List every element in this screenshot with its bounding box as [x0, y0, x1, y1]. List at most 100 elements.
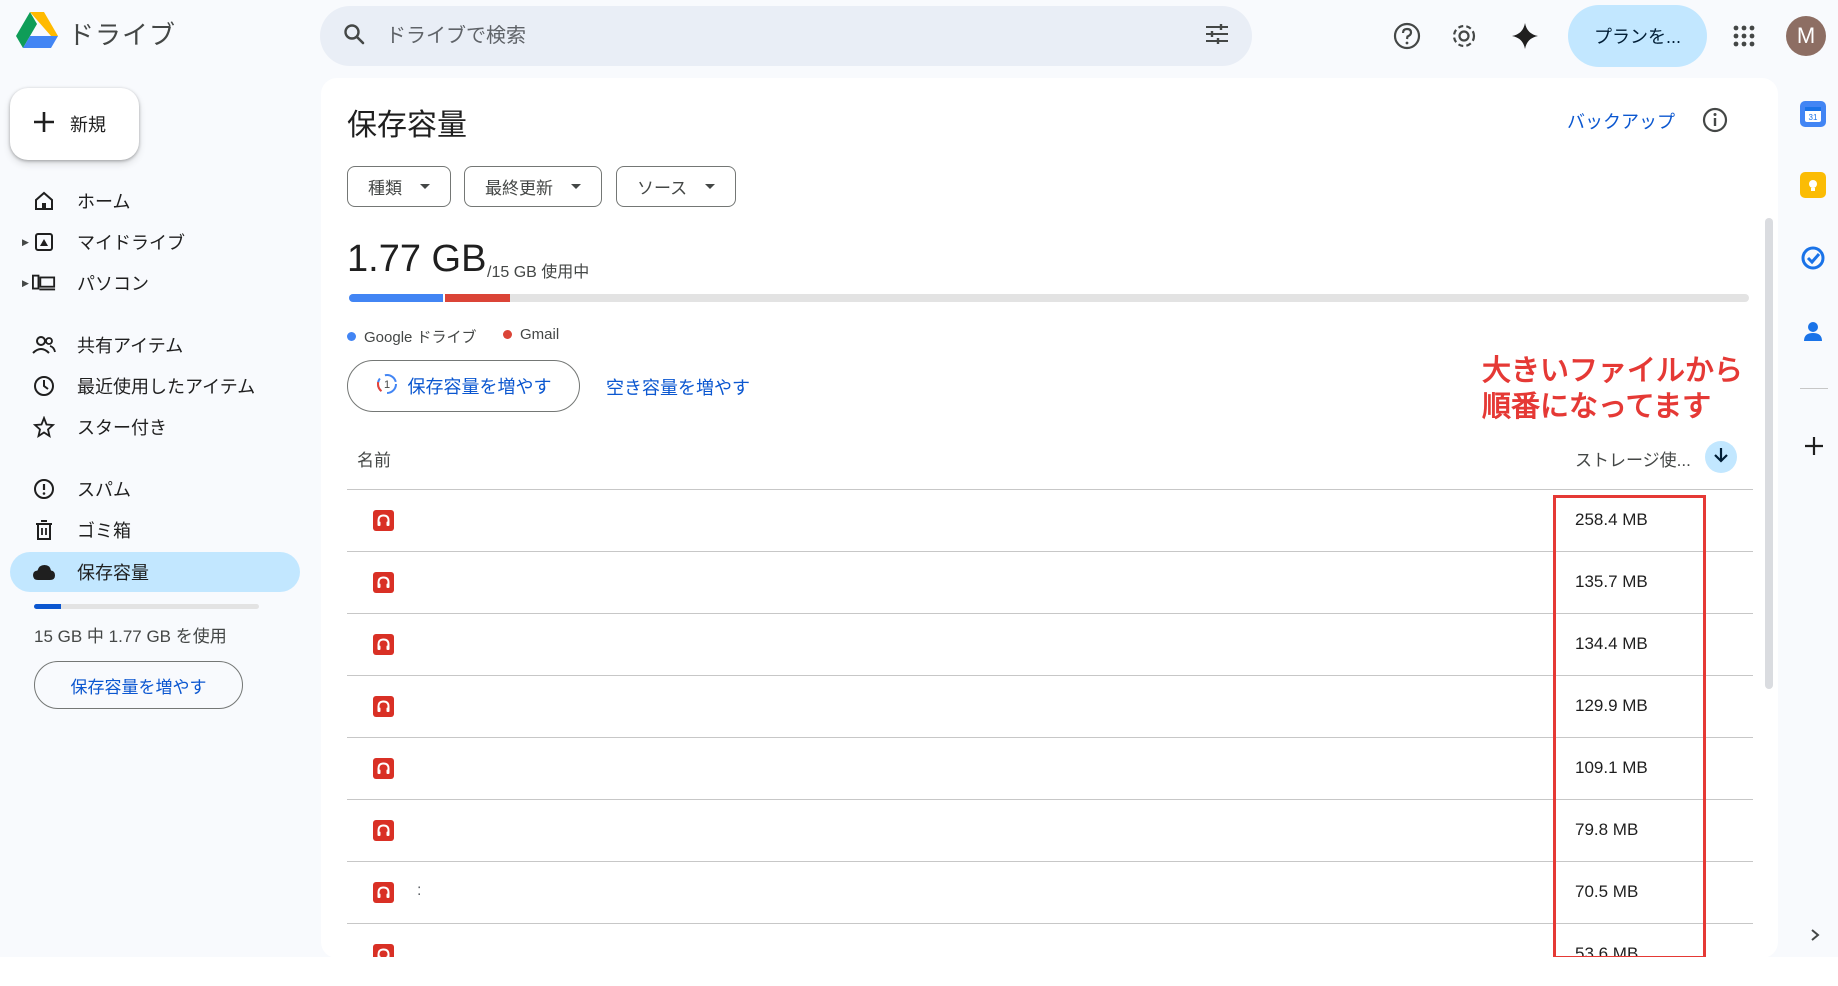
audio-file-icon — [373, 820, 394, 841]
sidebar-item-label: ホーム — [77, 192, 131, 212]
storage-usage-bar — [349, 294, 1749, 302]
svg-text:31: 31 — [1809, 113, 1818, 122]
account-avatar[interactable]: M — [1786, 16, 1826, 56]
add-app-plus-icon[interactable] — [1800, 432, 1828, 460]
chip-label: 最終更新 — [485, 179, 553, 198]
usage-amount: 1.77 GB — [347, 238, 487, 280]
table-row[interactable]: 135.7 MB — [347, 551, 1753, 613]
audio-file-icon — [373, 882, 394, 903]
file-list: 258.4 MB 135.7 MB 134.4 MB 129.9 MB 109.1 MB… — [347, 489, 1753, 957]
upgrade-plan-button[interactable]: プランを... — [1568, 5, 1707, 67]
usage-segment-gmail — [442, 294, 510, 302]
sidebar-item-label: 最近使用したアイテム — [77, 377, 256, 397]
free-up-space-link[interactable]: 空き容量を増やす — [606, 374, 750, 400]
trash-icon — [32, 518, 56, 542]
table-row[interactable]: 53.6 MB — [347, 923, 1753, 957]
sidebar-item-storage[interactable]: 保存容量 — [10, 552, 300, 592]
settings-icon[interactable] — [1444, 16, 1484, 56]
usage-total: /15 GB 使用中 — [487, 264, 590, 281]
expand-caret-icon[interactable]: ▶ — [22, 237, 29, 248]
sidebar-usage-fill — [34, 604, 61, 609]
sidebar-item-recent[interactable]: 最近使用したアイテム — [10, 366, 300, 406]
expand-caret-icon[interactable]: ▶ — [22, 278, 29, 289]
table-row[interactable]: 134.4 MB — [347, 613, 1753, 675]
filter-source-chip[interactable]: ソース — [616, 166, 737, 207]
search-options-icon[interactable] — [1204, 22, 1230, 51]
scrollbar-thumb[interactable] — [1765, 218, 1773, 689]
arrow-down-icon — [1712, 446, 1730, 469]
rail-divider — [1800, 388, 1828, 389]
sidebar-item-label: マイドライブ — [77, 233, 185, 253]
filter-modified-chip[interactable]: 最終更新 — [464, 166, 602, 207]
search-icon[interactable] — [342, 22, 366, 51]
file-name[interactable]: : — [417, 882, 421, 900]
table-row[interactable]: 79.8 MB — [347, 799, 1753, 861]
sidebar-item-shared[interactable]: 共有アイテム — [10, 325, 300, 365]
keep-icon[interactable] — [1800, 172, 1826, 198]
backup-link[interactable]: バックアップ — [1567, 108, 1675, 134]
gemini-sparkle-icon[interactable] — [1505, 16, 1545, 56]
chip-label: 種類 — [368, 179, 402, 198]
google-one-icon: 1 — [376, 373, 398, 400]
sidebar-buy-storage-button[interactable]: 保存容量を増やす — [34, 661, 243, 709]
audio-file-icon — [373, 510, 394, 531]
annotation-line-1: 大きいファイルから — [1482, 355, 1744, 387]
sidebar-item-label: スパム — [77, 480, 131, 500]
audio-file-icon — [373, 634, 394, 655]
search-input[interactable] — [386, 24, 1204, 48]
sidebar-usage-text: 15 GB 中 1.77 GB を使用 — [34, 627, 227, 646]
sidebar-item-label: スター付き — [77, 418, 167, 438]
column-header-name[interactable]: 名前 — [357, 446, 391, 471]
calendar-icon[interactable]: 31 — [1800, 101, 1826, 127]
legend-label: Google ドライブ — [364, 329, 477, 346]
table-row[interactable]: 109.1 MB — [347, 737, 1753, 799]
sidebar-item-label: ゴミ箱 — [77, 521, 131, 541]
drive-logo[interactable]: ドライブ — [16, 12, 176, 55]
buy-storage-button[interactable]: 1 保存容量を増やす — [347, 360, 580, 412]
page-title: 保存容量 — [347, 109, 467, 142]
usage-segment-drive — [349, 294, 443, 302]
sidebar-item-label: 保存容量 — [77, 563, 149, 583]
sidebar-item-my-drive[interactable]: ▶ マイドライブ — [10, 222, 300, 262]
apps-grid-icon[interactable] — [1724, 16, 1764, 56]
info-icon[interactable] — [1701, 106, 1729, 134]
table-row[interactable]: 258.4 MB — [347, 489, 1753, 551]
audio-file-icon — [373, 944, 394, 957]
sidebar-item-computers[interactable]: ▶ パソコン — [10, 263, 300, 303]
drive-logo-icon — [16, 12, 58, 55]
table-row[interactable]: 129.9 MB — [347, 675, 1753, 737]
column-header-storage[interactable]: ストレージ使... — [1575, 446, 1691, 471]
drive-app: ドライブ プランを... M 新規 ホーム — [0, 0, 1838, 957]
buy-storage-label: 保存容量を増やす — [407, 377, 552, 397]
tasks-icon[interactable] — [1800, 245, 1826, 271]
app-name: ドライブ — [68, 20, 177, 50]
new-button[interactable]: 新規 — [10, 88, 139, 160]
cloud-icon — [32, 560, 56, 584]
chip-label: ソース — [637, 179, 688, 198]
dropdown-arrow-icon — [571, 184, 581, 189]
chevron-right-icon[interactable] — [1804, 924, 1826, 946]
home-icon — [32, 189, 56, 213]
sidebar-item-label: パソコン — [77, 274, 149, 294]
computers-icon — [32, 271, 56, 295]
legend-gmail: Gmail — [503, 326, 559, 343]
filter-type-chip[interactable]: 種類 — [347, 166, 451, 207]
sidebar-item-spam[interactable]: スパム — [10, 469, 300, 509]
contacts-icon[interactable] — [1800, 318, 1826, 344]
sidebar-item-home[interactable]: ホーム — [10, 181, 300, 221]
search-bar[interactable] — [320, 6, 1252, 66]
audio-file-icon — [373, 696, 394, 717]
sidebar-item-starred[interactable]: スター付き — [10, 407, 300, 447]
sidebar-usage-bar — [34, 604, 259, 609]
plus-icon — [32, 110, 56, 139]
sort-descending-button[interactable] — [1705, 441, 1737, 473]
sidebar-item-trash[interactable]: ゴミ箱 — [10, 510, 300, 550]
audio-file-icon — [373, 758, 394, 779]
help-icon[interactable] — [1387, 16, 1427, 56]
table-row[interactable]: :70.5 MB — [347, 861, 1753, 923]
clock-icon — [32, 374, 56, 398]
spam-icon — [32, 477, 56, 501]
svg-text:1: 1 — [383, 379, 389, 391]
legend-dot — [347, 332, 356, 341]
annotation-line-2: 順番になってます — [1482, 391, 1712, 423]
